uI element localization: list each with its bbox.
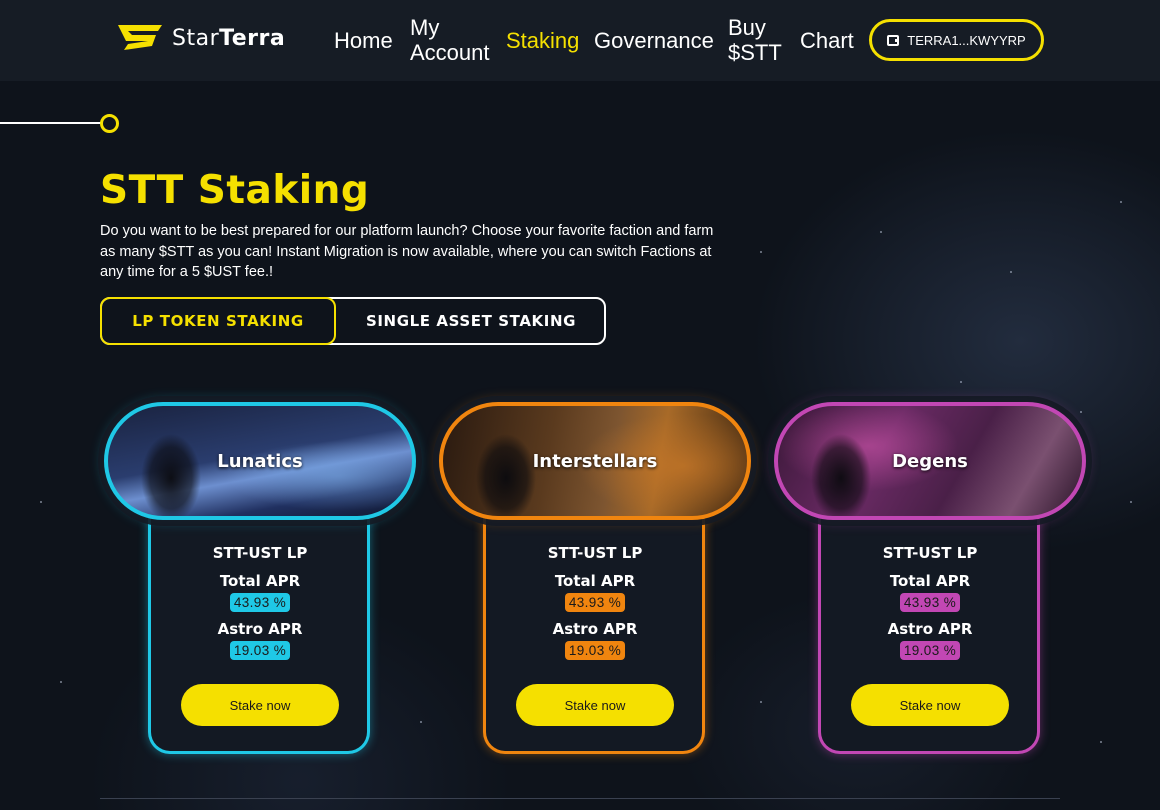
top-navbar: StarTerra Home My Account Staking Governa… (0, 0, 1160, 81)
total-apr-label: Total APR (889, 572, 971, 590)
nav-home[interactable]: Home (334, 28, 393, 53)
single-asset-staking-tab[interactable]: SINGLE ASSET STAKING (336, 297, 606, 345)
astro-apr-label: Astro APR (887, 620, 973, 638)
faction-card-degens: Degens STT-UST LP Total APR 43.93 % Astr… (770, 398, 1090, 758)
faction-name: Degens (892, 450, 968, 472)
stake-now-button[interactable]: Stake now (181, 684, 339, 726)
faction-banner[interactable]: Lunatics (104, 402, 416, 520)
pool-name: STT-UST LP (547, 544, 643, 562)
pool-name: STT-UST LP (212, 544, 308, 562)
astro-apr-value: 19.03 % (899, 641, 961, 660)
intro-text: Do you want to be best prepared for our … (100, 223, 714, 280)
wallet-button[interactable]: TERRA1...KWYYRP (869, 19, 1044, 61)
nav-buy-stt[interactable]: Buy $STT (728, 15, 782, 65)
decorative-line (0, 122, 101, 124)
total-apr-label: Total APR (219, 572, 301, 590)
total-apr-label: Total APR (554, 572, 636, 590)
faction-banner[interactable]: Interstellars (439, 402, 751, 520)
decorative-circle (100, 114, 119, 133)
nav-chart[interactable]: Chart (800, 28, 854, 53)
total-apr-value: 43.93 % (564, 593, 626, 612)
wallet-address: TERRA1...KWYYRP (907, 32, 1026, 48)
starterra-logo-icon (118, 25, 162, 50)
astro-apr-value: 19.03 % (229, 641, 291, 660)
starterra-logo[interactable]: StarTerra (116, 22, 285, 54)
astro-apr-label: Astro APR (552, 620, 638, 638)
faction-name: Interstellars (532, 450, 658, 472)
nav-staking[interactable]: Staking (506, 28, 579, 53)
faction-banner[interactable]: Degens (774, 402, 1086, 520)
nav-my-account[interactable]: My Account (410, 15, 490, 65)
staking-type-toggle: LP TOKEN STAKING SINGLE ASSET STAKING (100, 297, 606, 345)
total-apr-value: 43.93 % (229, 593, 291, 612)
wallet-icon (887, 34, 900, 46)
nav-governance[interactable]: Governance (594, 28, 714, 53)
page-title: STT Staking (100, 168, 370, 213)
total-apr-value: 43.93 % (899, 593, 961, 612)
logo-text: StarTerra (172, 25, 286, 51)
faction-name: Lunatics (217, 450, 303, 472)
lp-token-staking-tab[interactable]: LP TOKEN STAKING (100, 297, 336, 345)
section-divider (100, 798, 1060, 799)
astro-apr-value: 19.03 % (564, 641, 626, 660)
faction-card-interstellars: Interstellars STT-UST LP Total APR 43.93… (435, 398, 755, 758)
faction-card-lunatics: Lunatics STT-UST LP Total APR 43.93 % As… (100, 398, 420, 758)
stake-now-button[interactable]: Stake now (516, 684, 674, 726)
pool-name: STT-UST LP (882, 544, 978, 562)
stake-now-button[interactable]: Stake now (851, 684, 1009, 726)
astro-apr-label: Astro APR (217, 620, 303, 638)
